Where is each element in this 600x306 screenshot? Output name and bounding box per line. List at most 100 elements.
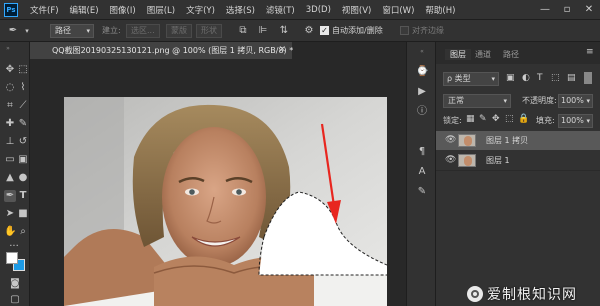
make-mask-button[interactable]: 蒙版 <box>166 24 192 38</box>
chevron-down-icon: ▾ <box>491 75 495 83</box>
brush-tool-icon[interactable]: ✎ <box>17 118 29 130</box>
menu-filter[interactable]: 滤镜(T) <box>266 4 295 16</box>
align-edges-checkbox[interactable]: 对齐边缘 <box>400 24 444 38</box>
character-panel-icon[interactable]: A <box>416 166 428 178</box>
blur-tool-icon[interactable]: ▲ <box>4 172 16 184</box>
menu-view[interactable]: 视图(V) <box>342 4 371 16</box>
shape-tool-icon[interactable]: ■ <box>17 208 29 220</box>
path-alignment-icon[interactable]: ⊫ <box>256 24 270 38</box>
tab-channels[interactable]: 通道 <box>475 49 491 60</box>
hand-tool-icon[interactable]: ✋ <box>4 226 16 238</box>
tools-panel: » ✥ ⬚ ◌ ⌇ ⌗ ⟋ ✚ ✎ ⊥ ↺ ▭ ▣ ▲ ● ✒ T ➤ ■ ✋ … <box>0 42 30 306</box>
eyedropper-tool-icon[interactable]: ⟋ <box>17 100 29 112</box>
screen-mode-icon[interactable]: ▢ <box>9 294 21 306</box>
filter-toggle-icon[interactable] <box>584 72 592 84</box>
watermark: 爱制根知识网 <box>467 283 577 305</box>
minimize-button[interactable]: — <box>538 3 552 17</box>
layer-name: 图层 1 <box>486 156 510 165</box>
type-tool-icon[interactable]: T <box>17 190 29 202</box>
path-operations-icon[interactable]: ⧉ <box>236 24 250 38</box>
quick-select-tool-icon[interactable]: ⌇ <box>17 82 29 94</box>
watermark-text: 爱制根知识网 <box>487 287 577 303</box>
panel-menu-icon[interactable]: ≡ <box>586 47 594 57</box>
pen-tool-icon[interactable]: ✒ <box>4 190 16 202</box>
eye-icon[interactable]: 👁 <box>445 131 456 150</box>
layer-row-selected[interactable]: 👁 图层 1 拷贝 <box>436 131 600 150</box>
menu-3d[interactable]: 3D(D) <box>306 5 331 15</box>
type-filter-icon[interactable]: T <box>537 73 543 83</box>
make-selection-button[interactable]: 选区... <box>126 24 160 38</box>
make-shape-button[interactable]: 形状 <box>196 24 222 38</box>
collapse-icon[interactable]: » <box>2 43 14 55</box>
options-bar: ✒ ▾ 路径 ▾ 建立: 选区... 蒙版 形状 ⧉ ⊫ ⇅ ⚙ ✓ 自动添加/删… <box>0 20 600 42</box>
fill-value: 100% <box>561 116 584 125</box>
divider <box>436 170 600 171</box>
menu-help[interactable]: 帮助(H) <box>425 4 455 16</box>
opacity-value: 100% <box>561 96 584 105</box>
shape-filter-icon[interactable]: ⬚ <box>551 73 560 83</box>
lasso-tool-icon[interactable]: ◌ <box>4 82 16 94</box>
eraser-tool-icon[interactable]: ▭ <box>4 154 16 166</box>
lock-all-icon[interactable]: 🔒 <box>518 114 529 124</box>
auto-add-delete-checkbox[interactable]: ✓ 自动添加/删除 <box>320 24 383 38</box>
menu-image[interactable]: 图像(I) <box>110 4 136 16</box>
gear-icon[interactable]: ⚙ <box>302 24 316 38</box>
marquee-tool-icon[interactable]: ⬚ <box>17 64 29 76</box>
path-select-tool-icon[interactable]: ➤ <box>4 208 16 220</box>
layer-row[interactable]: 👁 图层 1 <box>436 151 600 170</box>
gradient-tool-icon[interactable]: ▣ <box>17 154 29 166</box>
layers-panel: 图层 通道 路径 ≡ ρ 类型 ▾ ▣ ◐ T ⬚ ▤ 正常 ▾ 不透明度: 1… <box>436 42 600 306</box>
crop-tool-icon[interactable]: ⌗ <box>4 100 16 112</box>
close-icon[interactable]: ✕ <box>278 42 286 59</box>
close-window-button[interactable]: ✕ <box>582 3 596 17</box>
image-filter-icon[interactable]: ▣ <box>506 73 515 83</box>
tab-layers[interactable]: 图层 <box>445 49 471 60</box>
lock-pixels-icon[interactable]: ✎ <box>479 114 487 124</box>
eye-icon[interactable]: 👁 <box>445 151 456 170</box>
opacity-input[interactable]: 100% ▾ <box>558 94 593 108</box>
checkbox-icon <box>400 26 409 35</box>
adjustment-filter-icon[interactable]: ◐ <box>522 73 530 83</box>
pen-mode-select[interactable]: 路径 ▾ <box>50 24 94 38</box>
fill-input[interactable]: 100% ▾ <box>558 114 593 128</box>
lock-transparent-icon[interactable]: ▦ <box>466 114 475 124</box>
actions-panel-icon[interactable]: ▶ <box>416 86 428 98</box>
pen-tool-preset-icon[interactable]: ✒ <box>6 24 20 38</box>
quick-mask-icon[interactable]: ◙ <box>9 278 21 290</box>
dodge-tool-icon[interactable]: ● <box>17 172 29 184</box>
menu-select[interactable]: 选择(S) <box>226 4 255 16</box>
layer-name: 图层 1 拷贝 <box>486 136 529 145</box>
move-tool-icon[interactable]: ✥ <box>4 64 16 76</box>
chevron-down-icon: ▾ <box>503 97 507 105</box>
stamp-tool-icon[interactable]: ⊥ <box>4 136 16 148</box>
zoom-tool-icon[interactable]: ⌕ <box>17 226 29 238</box>
layer-filter-kind-select[interactable]: ρ 类型 ▾ <box>443 72 499 86</box>
history-brush-icon[interactable]: ↺ <box>17 136 29 148</box>
smart-object-filter-icon[interactable]: ▤ <box>567 73 576 83</box>
paragraph-panel-icon[interactable]: ¶ <box>416 146 428 158</box>
document-tab[interactable]: QQ截图20190325130121.png @ 100% (图层 1 拷贝, … <box>30 42 293 59</box>
menu-layer[interactable]: 图层(L) <box>147 4 175 16</box>
restore-button[interactable]: ▫ <box>560 3 574 17</box>
chevron-down-icon[interactable]: ▾ <box>20 24 34 38</box>
path-arrangement-icon[interactable]: ⇅ <box>277 24 291 38</box>
red-arrow-annotation <box>320 123 341 224</box>
foreground-color-swatch[interactable] <box>6 252 18 264</box>
history-panel-icon[interactable]: ⌚ <box>416 66 428 78</box>
watermark-logo <box>467 286 483 302</box>
lock-position-icon[interactable]: ✥ <box>492 114 500 124</box>
info-panel-icon[interactable]: ⓘ <box>416 106 428 118</box>
menu-type[interactable]: 文字(Y) <box>186 4 215 16</box>
lock-artboard-icon[interactable]: ⬚ <box>505 114 514 124</box>
menu-edit[interactable]: 编辑(E) <box>70 4 99 16</box>
blend-mode-select[interactable]: 正常 ▾ <box>443 94 511 108</box>
auto-add-delete-label: 自动添加/删除 <box>332 26 383 35</box>
collapse-icon[interactable]: « <box>416 46 428 58</box>
healing-brush-icon[interactable]: ✚ <box>4 118 16 130</box>
tab-paths[interactable]: 路径 <box>503 49 519 60</box>
menu-file[interactable]: 文件(F) <box>30 4 59 16</box>
blend-mode-value: 正常 <box>448 96 464 105</box>
brush-settings-icon[interactable]: ✎ <box>416 186 428 198</box>
menu-window[interactable]: 窗口(W) <box>382 4 414 16</box>
layer-filter-kind-value: ρ 类型 <box>447 74 471 83</box>
